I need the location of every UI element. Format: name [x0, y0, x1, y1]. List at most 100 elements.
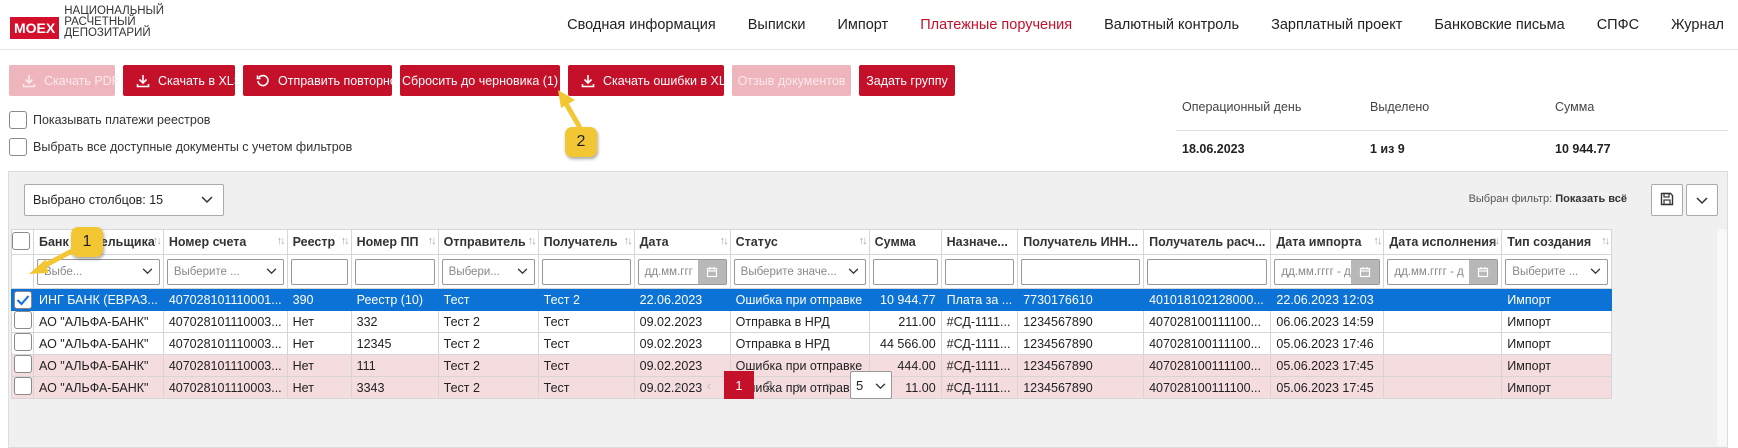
cell-exec-date	[1383, 354, 1503, 377]
table-row[interactable]: ИНГ БАНК (ЕВРАЗ... 407028101110001... 390 Р…	[11, 288, 1613, 311]
pp-number-filter-input[interactable]	[354, 258, 435, 285]
active-filter: Выбран фильтр: Показать всё	[1469, 193, 1627, 205]
resend-button[interactable]: Отправить повторно	[243, 65, 397, 96]
cell-registry: Нет	[286, 354, 352, 377]
row-select-cell[interactable]	[11, 354, 34, 377]
show-registry-option[interactable]: Показывать платежи реестров	[9, 111, 210, 129]
nav-summary[interactable]: Сводная информация	[567, 17, 716, 33]
reset-to-draft-label: Сбросить до черновика (1)	[401, 73, 559, 88]
calendar-icon[interactable]	[697, 259, 726, 284]
cell-receiver-account: 407028100111100...	[1143, 354, 1272, 377]
col-header-purpose[interactable]: Назначе...	[940, 229, 1019, 255]
cell-receiver-account: 407028100111100...	[1143, 376, 1272, 399]
row-checkbox[interactable]	[13, 355, 32, 373]
col-header-label: Дата исполнения	[1389, 235, 1497, 249]
table-row[interactable]: АО "АЛЬФА-БАНК" 407028101110003... Нет 332 Т…	[11, 310, 1613, 333]
col-header-amount[interactable]: Сумма	[868, 229, 942, 255]
col-header-receiver-inn[interactable]: Получатель ИНН...	[1017, 229, 1145, 255]
vertical-scrollbar[interactable]	[1717, 229, 1727, 446]
col-header-account[interactable]: Номер счета ↑↓	[162, 229, 288, 255]
pagination: « ‹ 1 2 › » 5	[664, 371, 892, 399]
receiver-account-filter-input[interactable]	[1147, 258, 1268, 285]
select-all-checkbox[interactable]	[9, 138, 27, 156]
creation-type-filter-select[interactable]: Выберите ...	[1505, 258, 1609, 285]
cell-receiver: Тест	[537, 376, 635, 399]
page-size-select[interactable]: 5	[850, 371, 892, 399]
col-header-import-date[interactable]: Дата импорта ↑↓	[1270, 229, 1385, 255]
nav-journal[interactable]: Журнал	[1671, 17, 1724, 33]
col-header-creation-type[interactable]: Тип создания ↑↓	[1501, 229, 1613, 255]
row-checkbox[interactable]	[13, 333, 32, 351]
nav-spfs[interactable]: СПФС	[1597, 17, 1639, 33]
cell-receiver-account: 407028100111100...	[1143, 310, 1272, 333]
col-header-receiver-account[interactable]: Получатель расч...	[1143, 229, 1272, 255]
next-page-button[interactable]: ›	[784, 371, 814, 399]
receiver-filter-input[interactable]	[541, 258, 631, 285]
row-select-cell[interactable]	[11, 310, 34, 333]
nav-payment-orders[interactable]: Платежные поручения	[920, 17, 1072, 33]
exec-date-filter-input[interactable]: дд.мм.гггг - д	[1387, 258, 1499, 285]
cell-account: 407028101110003...	[162, 310, 288, 333]
page-2-button[interactable]: 2	[754, 371, 784, 399]
table-row[interactable]: АО "АЛЬФА-БАНК" 407028101110003... Нет 1234…	[11, 332, 1613, 355]
first-page-button[interactable]: «	[664, 371, 694, 399]
receiver-inn-filter-input[interactable]	[1021, 258, 1141, 285]
status-filter-select[interactable]: Выберите значе...	[733, 258, 866, 285]
column-selector[interactable]: Выбрано столбцов: 15	[24, 184, 224, 216]
select-all-option[interactable]: Выбрать все доступные документы с учетом…	[9, 138, 352, 156]
prev-page-button[interactable]: ‹	[694, 371, 724, 399]
cell-date: 22.06.2023	[633, 288, 731, 311]
calendar-icon[interactable]	[1351, 259, 1380, 284]
row-checkbox[interactable]	[13, 377, 32, 395]
cell-exec-date	[1383, 310, 1503, 333]
purpose-filter-input[interactable]	[944, 258, 1015, 285]
logo-text: НАЦИОНАЛЬНЫЙ РАСЧЕТНЫЙ ДЕПОЗИТАРИЙ	[64, 5, 164, 39]
col-header-receiver[interactable]: Получатель ↑↓	[537, 229, 635, 255]
row-select-cell[interactable]	[11, 376, 34, 399]
amount-filter-input[interactable]	[872, 258, 938, 285]
sort-icon: ↑↓	[1491, 235, 1500, 247]
download-errors-button[interactable]: Скачать ошибки в XLS	[568, 65, 734, 96]
row-checkbox[interactable]	[13, 311, 32, 329]
col-header-registry[interactable]: Реестр ↑↓	[286, 229, 352, 255]
date-filter-input[interactable]: дд.мм.ггг	[637, 258, 727, 285]
col-header-date[interactable]: Дата ↑↓	[633, 229, 731, 255]
last-page-button[interactable]: »	[814, 371, 844, 399]
row-select-cell[interactable]	[11, 288, 34, 311]
filter-placeholder: дд.мм.гггг - д	[1281, 265, 1351, 278]
row-select-cell[interactable]	[11, 332, 34, 355]
account-filter-select[interactable]: Выберите ...	[166, 258, 284, 285]
save-filter-button[interactable]	[1651, 184, 1683, 216]
page-1-button[interactable]: 1	[724, 371, 754, 399]
col-header-status[interactable]: Статус ↑↓	[729, 229, 870, 255]
download-icon	[22, 74, 36, 88]
cell-purpose: #СД-1111...	[940, 332, 1019, 355]
nav-currency-control[interactable]: Валютный контроль	[1104, 17, 1239, 33]
row-checkbox[interactable]	[13, 290, 32, 309]
download-pdf-button[interactable]: Скачать PDF	[9, 65, 119, 96]
cell-pp-number: 111	[350, 354, 439, 377]
col-header-sender[interactable]: Отправитель ↑↓	[437, 229, 539, 255]
cell-amount: 10 944.77	[868, 288, 942, 311]
calendar-icon[interactable]	[1469, 259, 1498, 284]
cell-receiver-account: 407028100111100...	[1143, 332, 1272, 355]
registry-filter-input[interactable]	[290, 258, 348, 285]
active-filter-prefix: Выбран фильтр:	[1468, 193, 1553, 205]
nav-statements[interactable]: Выписки	[748, 17, 806, 33]
filter-menu-button[interactable]	[1686, 184, 1718, 216]
nav-bank-letters[interactable]: Банковские письма	[1434, 17, 1564, 33]
show-registry-checkbox[interactable]	[9, 111, 27, 129]
filter-placeholder: дд.мм.ггг	[644, 265, 693, 278]
col-header-exec-date[interactable]: Дата исполнения ↑↓	[1383, 229, 1503, 255]
sender-filter-select[interactable]: Выбери...	[441, 258, 535, 285]
moex-logo[interactable]: MOEX НАЦИОНАЛЬНЫЙ РАСЧЕТНЫЙ ДЕПОЗИТАРИЙ	[10, 5, 164, 39]
import-date-filter-input[interactable]: дд.мм.гггг - д	[1274, 258, 1381, 285]
col-header-pp-number[interactable]: Номер ПП ↑↓	[350, 229, 439, 255]
nav-salary-project[interactable]: Зарплатный проект	[1271, 17, 1402, 33]
reset-to-draft-button[interactable]: Сбросить до черновика (1)	[400, 65, 560, 96]
download-xls-button[interactable]: Скачать в XLS	[123, 65, 242, 96]
summary-values: 18.06.2023 1 из 9 10 944.77	[1176, 131, 1728, 167]
revoke-documents-button[interactable]: Отзыв документов	[732, 65, 851, 96]
set-group-button[interactable]: Задать группу	[859, 65, 955, 96]
nav-import[interactable]: Импорт	[837, 17, 888, 33]
